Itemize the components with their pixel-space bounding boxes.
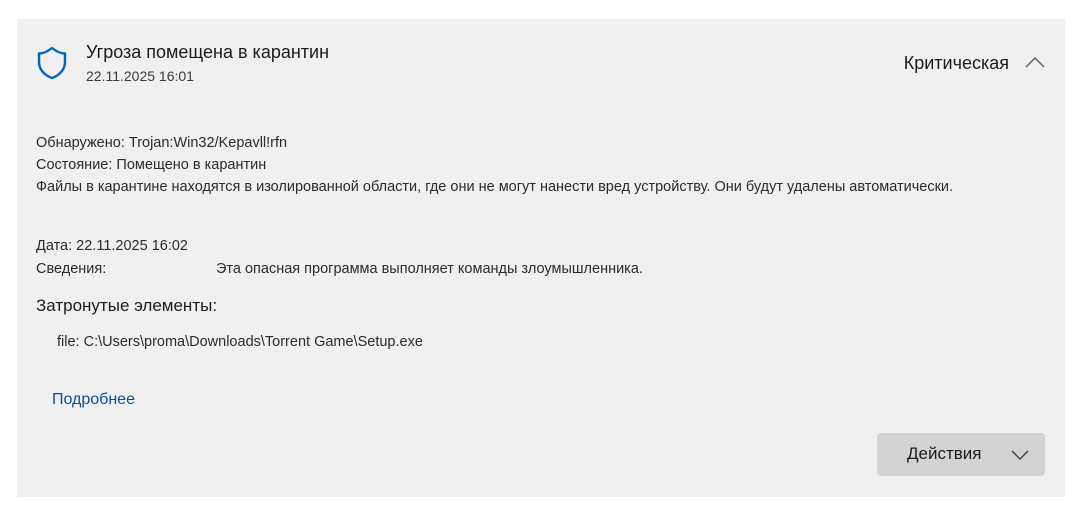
chevron-up-icon[interactable] [1024,52,1046,74]
status-label: Состояние: [36,157,113,173]
detected-value: Trojan:Win32/Kepavll!rfn [128,135,288,151]
affected-file-item: file: C:\Users\proma\Downloads\Torrent G… [57,334,423,350]
date-label: Дата: [36,238,73,254]
date-row: Дата: 22.11.2025 16:02 [36,235,188,257]
affected-items-title: Затронутые элементы: [36,296,218,315]
info-label: Сведения: [36,261,107,277]
threat-card: Угроза помещена в карантин 22.11.2025 16… [17,19,1065,497]
shield-icon [36,46,68,80]
chevron-down-icon [1009,444,1031,466]
detected-label: Обнаружено: [36,135,125,151]
learn-more-link[interactable]: Подробнее [52,391,135,409]
threat-title: Угроза помещена в карантин [86,42,330,62]
status-value: Помещено в карантин [116,157,267,173]
date-value: 22.11.2025 16:02 [76,238,188,254]
threat-timestamp: 22.11.2025 16:01 [86,68,194,84]
detected-row: Обнаружено: Trojan:Win32/Kepavll!rfn [36,132,287,154]
severity-label: Критическая [903,53,1009,73]
actions-label: Действия [907,444,982,463]
threat-card-header[interactable]: Угроза помещена в карантин 22.11.2025 16… [17,19,1065,109]
info-value: Эта опасная программа выполняет команды … [216,261,643,277]
actions-dropdown-button[interactable]: Действия [877,433,1045,476]
status-row: Состояние: Помещено в карантин [36,154,266,176]
quarantine-description: Файлы в карантине находятся в изолирован… [36,179,954,195]
